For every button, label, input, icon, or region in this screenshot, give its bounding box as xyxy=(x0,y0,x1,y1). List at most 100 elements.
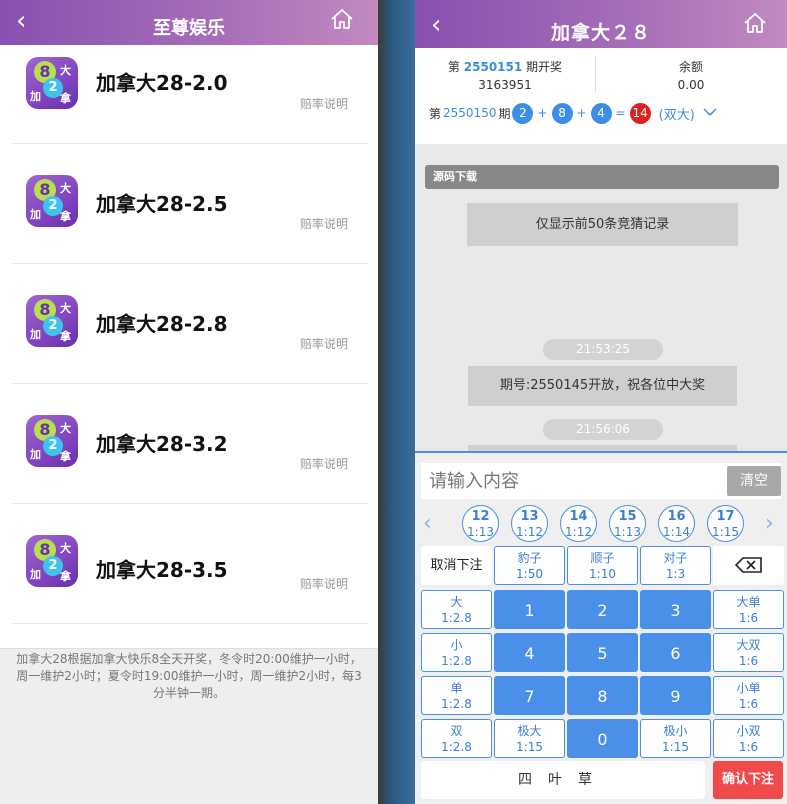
sum-chip-number: 15 xyxy=(618,509,637,524)
chat-area[interactable]: 源码下载 仅显示前50条竞猜记录 21:53:25 期号:2550145开放，祝… xyxy=(415,144,787,451)
input-row: 清空 xyxy=(421,463,781,499)
bet-baozi-button[interactable]: 豹子 1:50 xyxy=(494,546,565,585)
rules-note-line: 周一维护2小时；夏令时19:00维护一小时，周一维护2小时，每3 xyxy=(16,669,362,683)
home-icon[interactable] xyxy=(743,12,767,34)
key-label: 极小 xyxy=(663,724,688,738)
digit-6-button[interactable]: 6 xyxy=(640,633,711,672)
bet-small-odd-button[interactable]: 小单 1:6 xyxy=(713,676,784,715)
digit-4-button[interactable]: 4 xyxy=(494,633,565,672)
logo-char: 大 xyxy=(60,422,71,435)
bet-extreme-small-button[interactable]: 极小 1:15 xyxy=(640,719,711,758)
bet-even-button[interactable]: 双 1:2.8 xyxy=(421,719,492,758)
game-item[interactable]: 8 2 大 加 拿 加拿大28-2.5 赔率说明 xyxy=(12,144,368,264)
draw-info: 第 2550151 期开奖 3163951 余额 0.00 第 2550150 … xyxy=(415,48,787,144)
chat-notice: 仅显示前50条竞猜记录 xyxy=(467,203,738,246)
page-title: 加拿大２８ xyxy=(550,22,651,44)
home-icon[interactable] xyxy=(330,8,354,30)
sum-chip[interactable]: 12 1:13 xyxy=(462,505,499,542)
bet-big-button[interactable]: 大 1:2.8 xyxy=(421,590,492,629)
key-odds: 1:6 xyxy=(738,611,759,625)
chat-timestamp: 21:53:25 xyxy=(543,339,663,360)
backspace-button[interactable] xyxy=(713,546,784,585)
digit-7-button[interactable]: 7 xyxy=(494,676,565,715)
bet-big-even-button[interactable]: 大双 1:6 xyxy=(713,633,784,672)
logo-char: 加 xyxy=(30,568,41,581)
draw-result: (双大) xyxy=(658,107,695,123)
sum-chip-odds: 1:14 xyxy=(663,525,690,539)
last-issue-prefix: 第 xyxy=(429,106,442,121)
chevron-right-icon[interactable]: › xyxy=(765,511,774,536)
bet-preview-field[interactable]: 四叶草 xyxy=(421,761,705,799)
clear-button[interactable]: 清空 xyxy=(727,466,781,496)
balance: 余额 0.00 xyxy=(595,58,787,94)
bet-big-odd-button[interactable]: 大单 1:6 xyxy=(713,590,784,629)
issue-prefix: 第 xyxy=(447,60,460,74)
confirm-bet-button[interactable]: 确认下注 xyxy=(713,761,783,799)
digit-8-button[interactable]: 8 xyxy=(567,676,638,715)
chat-timestamp: 21:56:06 xyxy=(543,419,663,440)
game-list: 8 2 大 加 拿 加拿大28-2.0 赔率说明 8 2 大 加 拿 加拿大28… xyxy=(0,45,378,624)
game-item[interactable]: 8 2 大 加 拿 加拿大28-2.0 赔率说明 xyxy=(12,45,368,144)
key-label: 单 xyxy=(450,681,463,695)
bet-extreme-big-button[interactable]: 极大 1:15 xyxy=(494,719,565,758)
logo-char: 大 xyxy=(60,64,71,77)
key-label: 小单 xyxy=(736,681,761,695)
canada28-logo-icon: 8 2 大 加 拿 xyxy=(26,57,78,109)
key-label: 对子 xyxy=(663,551,688,565)
odds-info-link[interactable]: 赔率说明 xyxy=(300,335,348,352)
game-name: 加拿大28-3.5 xyxy=(96,558,228,582)
sum-chip[interactable]: 16 1:14 xyxy=(658,505,695,542)
digit-2-button[interactable]: 2 xyxy=(567,590,638,629)
countdown: 3163951 xyxy=(478,78,532,92)
digit-0-button[interactable]: 0 xyxy=(567,719,638,758)
game-item[interactable]: 8 2 大 加 拿 加拿大28-2.8 赔率说明 xyxy=(12,264,368,384)
key-odds: 1:2.8 xyxy=(441,697,472,711)
last-draw: 第 2550150 期 2 + 8 + 4 = 14 (双大) xyxy=(429,102,717,124)
logo-char: 大 xyxy=(60,182,71,195)
logo-char: 拿 xyxy=(60,92,71,105)
game-item[interactable]: 8 2 大 加 拿 加拿大28-3.5 赔率说明 xyxy=(12,504,368,624)
cancel-bet-button[interactable]: 取消下注 xyxy=(421,546,492,585)
digit-1-button[interactable]: 1 xyxy=(494,590,565,629)
key-label: 大双 xyxy=(736,638,761,652)
digit-5-button[interactable]: 5 xyxy=(567,633,638,672)
key-label: 双 xyxy=(450,724,463,738)
draw-ball: 8 xyxy=(551,102,573,124)
sum-chip[interactable]: 13 1:12 xyxy=(511,505,548,542)
source-download-bar[interactable]: 源码下载 xyxy=(425,165,779,189)
canada28-logo-icon: 8 2 大 加 拿 xyxy=(26,295,78,347)
page-title: 至尊娱乐 xyxy=(153,18,225,39)
bet-panel: 清空 ‹ 12 1:13 13 1:12 14 1:12 15 1:13 16 … xyxy=(415,451,787,804)
odds-info-link[interactable]: 赔率说明 xyxy=(300,575,348,592)
bet-input[interactable] xyxy=(421,463,721,499)
key-odds: 1:15 xyxy=(516,740,543,754)
bet-odd-button[interactable]: 单 1:2.8 xyxy=(421,676,492,715)
plus-sign: + xyxy=(537,106,548,120)
game-item[interactable]: 8 2 大 加 拿 加拿大28-3.2 赔率说明 xyxy=(12,384,368,504)
digit-3-button[interactable]: 3 xyxy=(640,590,711,629)
sum-chip[interactable]: 17 1:15 xyxy=(707,505,744,542)
bet-duizi-button[interactable]: 对子 1:3 xyxy=(640,546,711,585)
betting-screen: ‹ 加拿大２８ 第 2550151 期开奖 3163951 余额 0.00 第 … xyxy=(415,0,787,804)
bet-shunzi-button[interactable]: 顺子 1:10 xyxy=(567,546,638,585)
odds-info-link[interactable]: 赔率说明 xyxy=(300,215,348,232)
draw-ball: 2 xyxy=(512,102,534,124)
equals-sign: = xyxy=(615,106,626,120)
sum-chip[interactable]: 14 1:12 xyxy=(560,505,597,542)
chevron-left-icon[interactable]: ‹ xyxy=(423,511,432,536)
digit-9-button[interactable]: 9 xyxy=(640,676,711,715)
sum-chip[interactable]: 15 1:13 xyxy=(609,505,646,542)
bet-small-button[interactable]: 小 1:2.8 xyxy=(421,633,492,672)
logo-char: 拿 xyxy=(60,570,71,583)
sum-chip-odds: 1:12 xyxy=(565,525,592,539)
bet-small-even-button[interactable]: 小双 1:6 xyxy=(713,719,784,758)
sum-chip-odds: 1:13 xyxy=(614,525,641,539)
chevron-down-icon[interactable] xyxy=(703,105,717,121)
sum-chip-odds: 1:13 xyxy=(467,525,494,539)
key-odds: 1:6 xyxy=(738,697,759,711)
odds-info-link[interactable]: 赔率说明 xyxy=(300,455,348,472)
key-label: 大单 xyxy=(736,595,761,609)
sum-chip-number: 14 xyxy=(569,509,588,524)
odds-info-link[interactable]: 赔率说明 xyxy=(300,95,348,112)
sum-chip-number: 16 xyxy=(667,509,686,524)
